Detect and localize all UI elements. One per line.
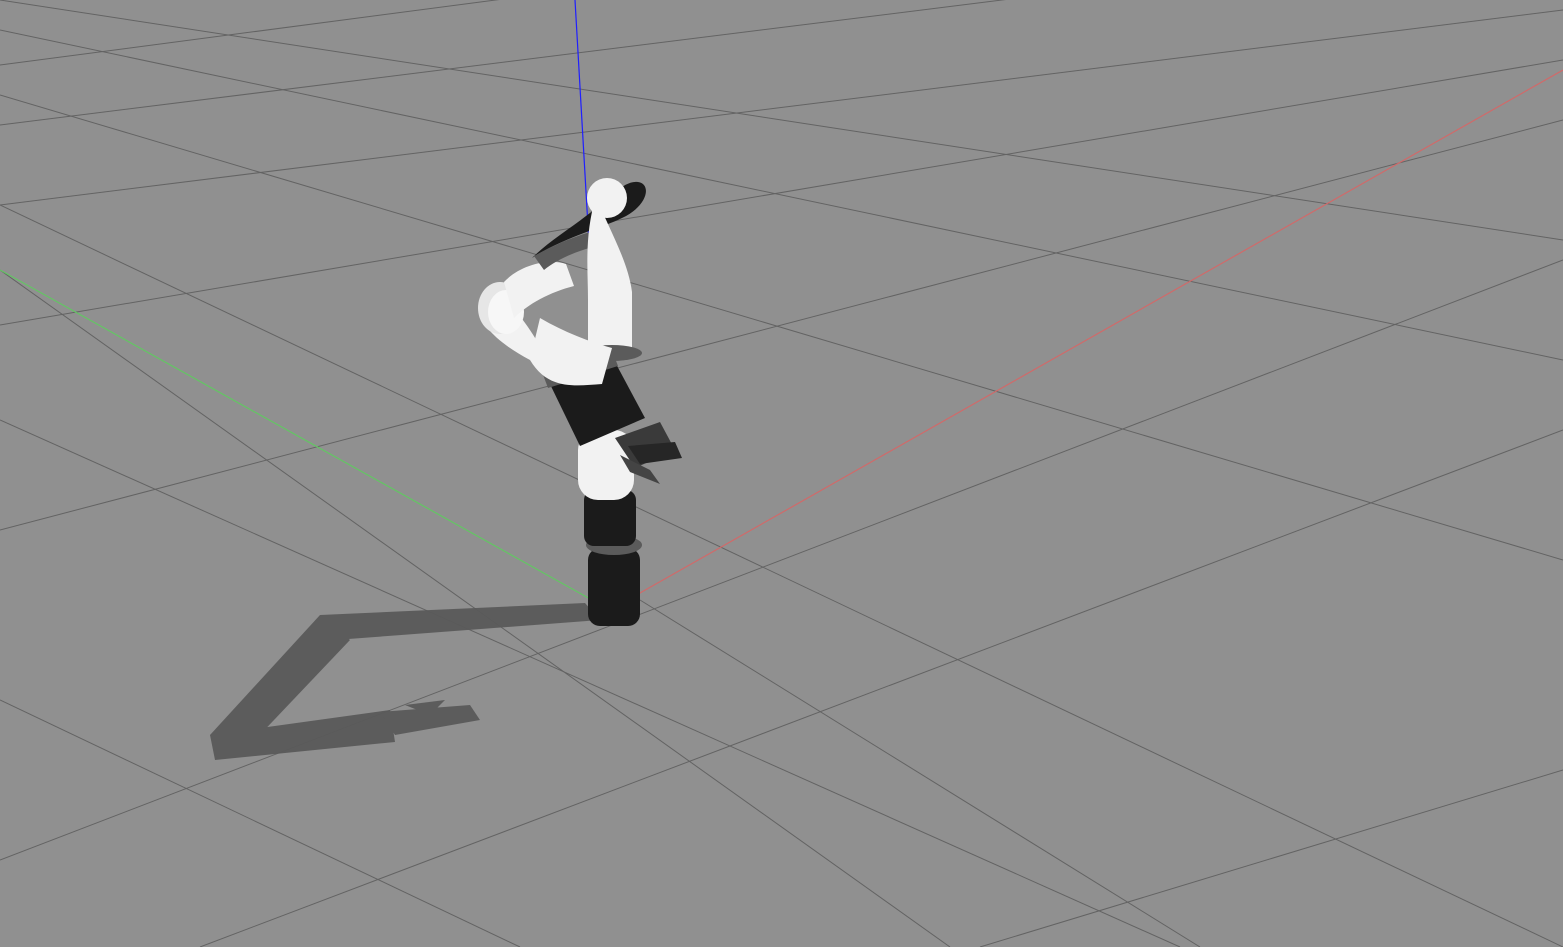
- scene-svg: [0, 0, 1563, 947]
- robot-base-link: [588, 548, 640, 626]
- ground-plane: [0, 0, 1563, 947]
- 3d-viewport[interactable]: [0, 0, 1563, 947]
